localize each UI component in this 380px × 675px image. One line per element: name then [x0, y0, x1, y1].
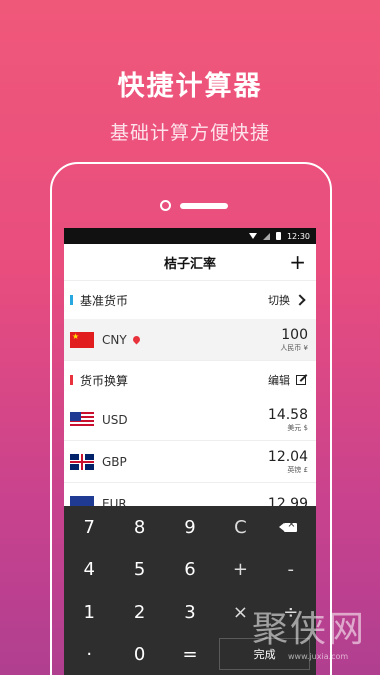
- add-currency-button[interactable]: +: [289, 250, 306, 274]
- key-minus[interactable]: -: [266, 549, 316, 592]
- phone-speaker: [180, 203, 228, 209]
- currency-amount-box: 100 人民币 ¥: [280, 327, 308, 353]
- currency-unit: 美元 $: [287, 423, 308, 432]
- status-bar: 12:30: [64, 228, 316, 244]
- currency-amount: 14.58: [267, 406, 308, 423]
- app-bar: 桔子汇率 +: [64, 244, 316, 281]
- edit-icon[interactable]: [296, 375, 306, 385]
- key-plus[interactable]: +: [215, 549, 265, 592]
- currency-amount-box: 12.04 英镑 £: [268, 449, 308, 475]
- key-7[interactable]: 7: [64, 506, 114, 549]
- base-section-accent: [70, 295, 73, 305]
- currency-row-gbp[interactable]: GBP 12.04 英镑 £: [64, 441, 316, 483]
- watermark-logo: 聚侠网: [252, 609, 367, 650]
- convert-section-label: 货币换算: [80, 373, 129, 388]
- currency-unit: 英镑 £: [287, 465, 308, 474]
- phone-camera-icon: [160, 200, 171, 211]
- key-decimal[interactable]: ·: [64, 634, 114, 675]
- currency-row-usd[interactable]: USD 14.58 美元 $: [64, 399, 316, 441]
- edit-button[interactable]: 编辑: [268, 372, 290, 388]
- signal-icon: [262, 232, 270, 240]
- key-6[interactable]: 6: [165, 549, 215, 592]
- key-3[interactable]: 3: [165, 591, 215, 634]
- key-5[interactable]: 5: [114, 549, 164, 592]
- backspace-icon: [279, 519, 298, 532]
- promo-subtitle: 基础计算方便快捷: [109, 122, 270, 144]
- location-pin-icon: [131, 334, 142, 345]
- currency-code: CNY: [102, 332, 127, 347]
- convert-currency-header: 货币换算 编辑: [64, 361, 316, 399]
- key-backspace[interactable]: [266, 506, 316, 549]
- currency-amount: 100: [281, 326, 308, 343]
- switch-button[interactable]: 切换: [268, 292, 290, 308]
- key-1[interactable]: 1: [64, 591, 114, 634]
- key-8[interactable]: 8: [114, 506, 164, 549]
- wifi-icon: [248, 233, 257, 239]
- key-2[interactable]: 2: [114, 591, 164, 634]
- base-section-label: 基准货币: [80, 293, 129, 308]
- uk-flag-icon: [70, 453, 94, 470]
- chevron-right-icon[interactable]: [294, 294, 306, 306]
- currency-code: GBP: [102, 454, 127, 469]
- currency-unit: 人民币 ¥: [280, 343, 308, 352]
- key-0[interactable]: 0: [114, 634, 164, 675]
- us-flag-icon: [70, 411, 94, 428]
- app-title: 桔子汇率: [163, 256, 216, 272]
- base-currency-header: 基准货币 切换: [64, 281, 316, 319]
- key-equals[interactable]: =: [165, 634, 215, 675]
- currency-amount: 12.04: [267, 448, 308, 465]
- key-4[interactable]: 4: [64, 549, 114, 592]
- status-time: 12:30: [286, 231, 310, 241]
- base-currency-row[interactable]: CNY 100 人民币 ¥: [64, 319, 316, 361]
- currency-code: USD: [102, 412, 128, 427]
- watermark-url: www.juxia.com: [288, 652, 349, 661]
- promo-title: 快捷计算器: [117, 71, 263, 102]
- china-flag-icon: [70, 331, 94, 348]
- convert-section-accent: [70, 375, 73, 385]
- battery-icon: [275, 232, 281, 240]
- key-9[interactable]: 9: [165, 506, 215, 549]
- currency-amount-box: 14.58 美元 $: [268, 407, 308, 433]
- key-clear[interactable]: C: [215, 506, 265, 549]
